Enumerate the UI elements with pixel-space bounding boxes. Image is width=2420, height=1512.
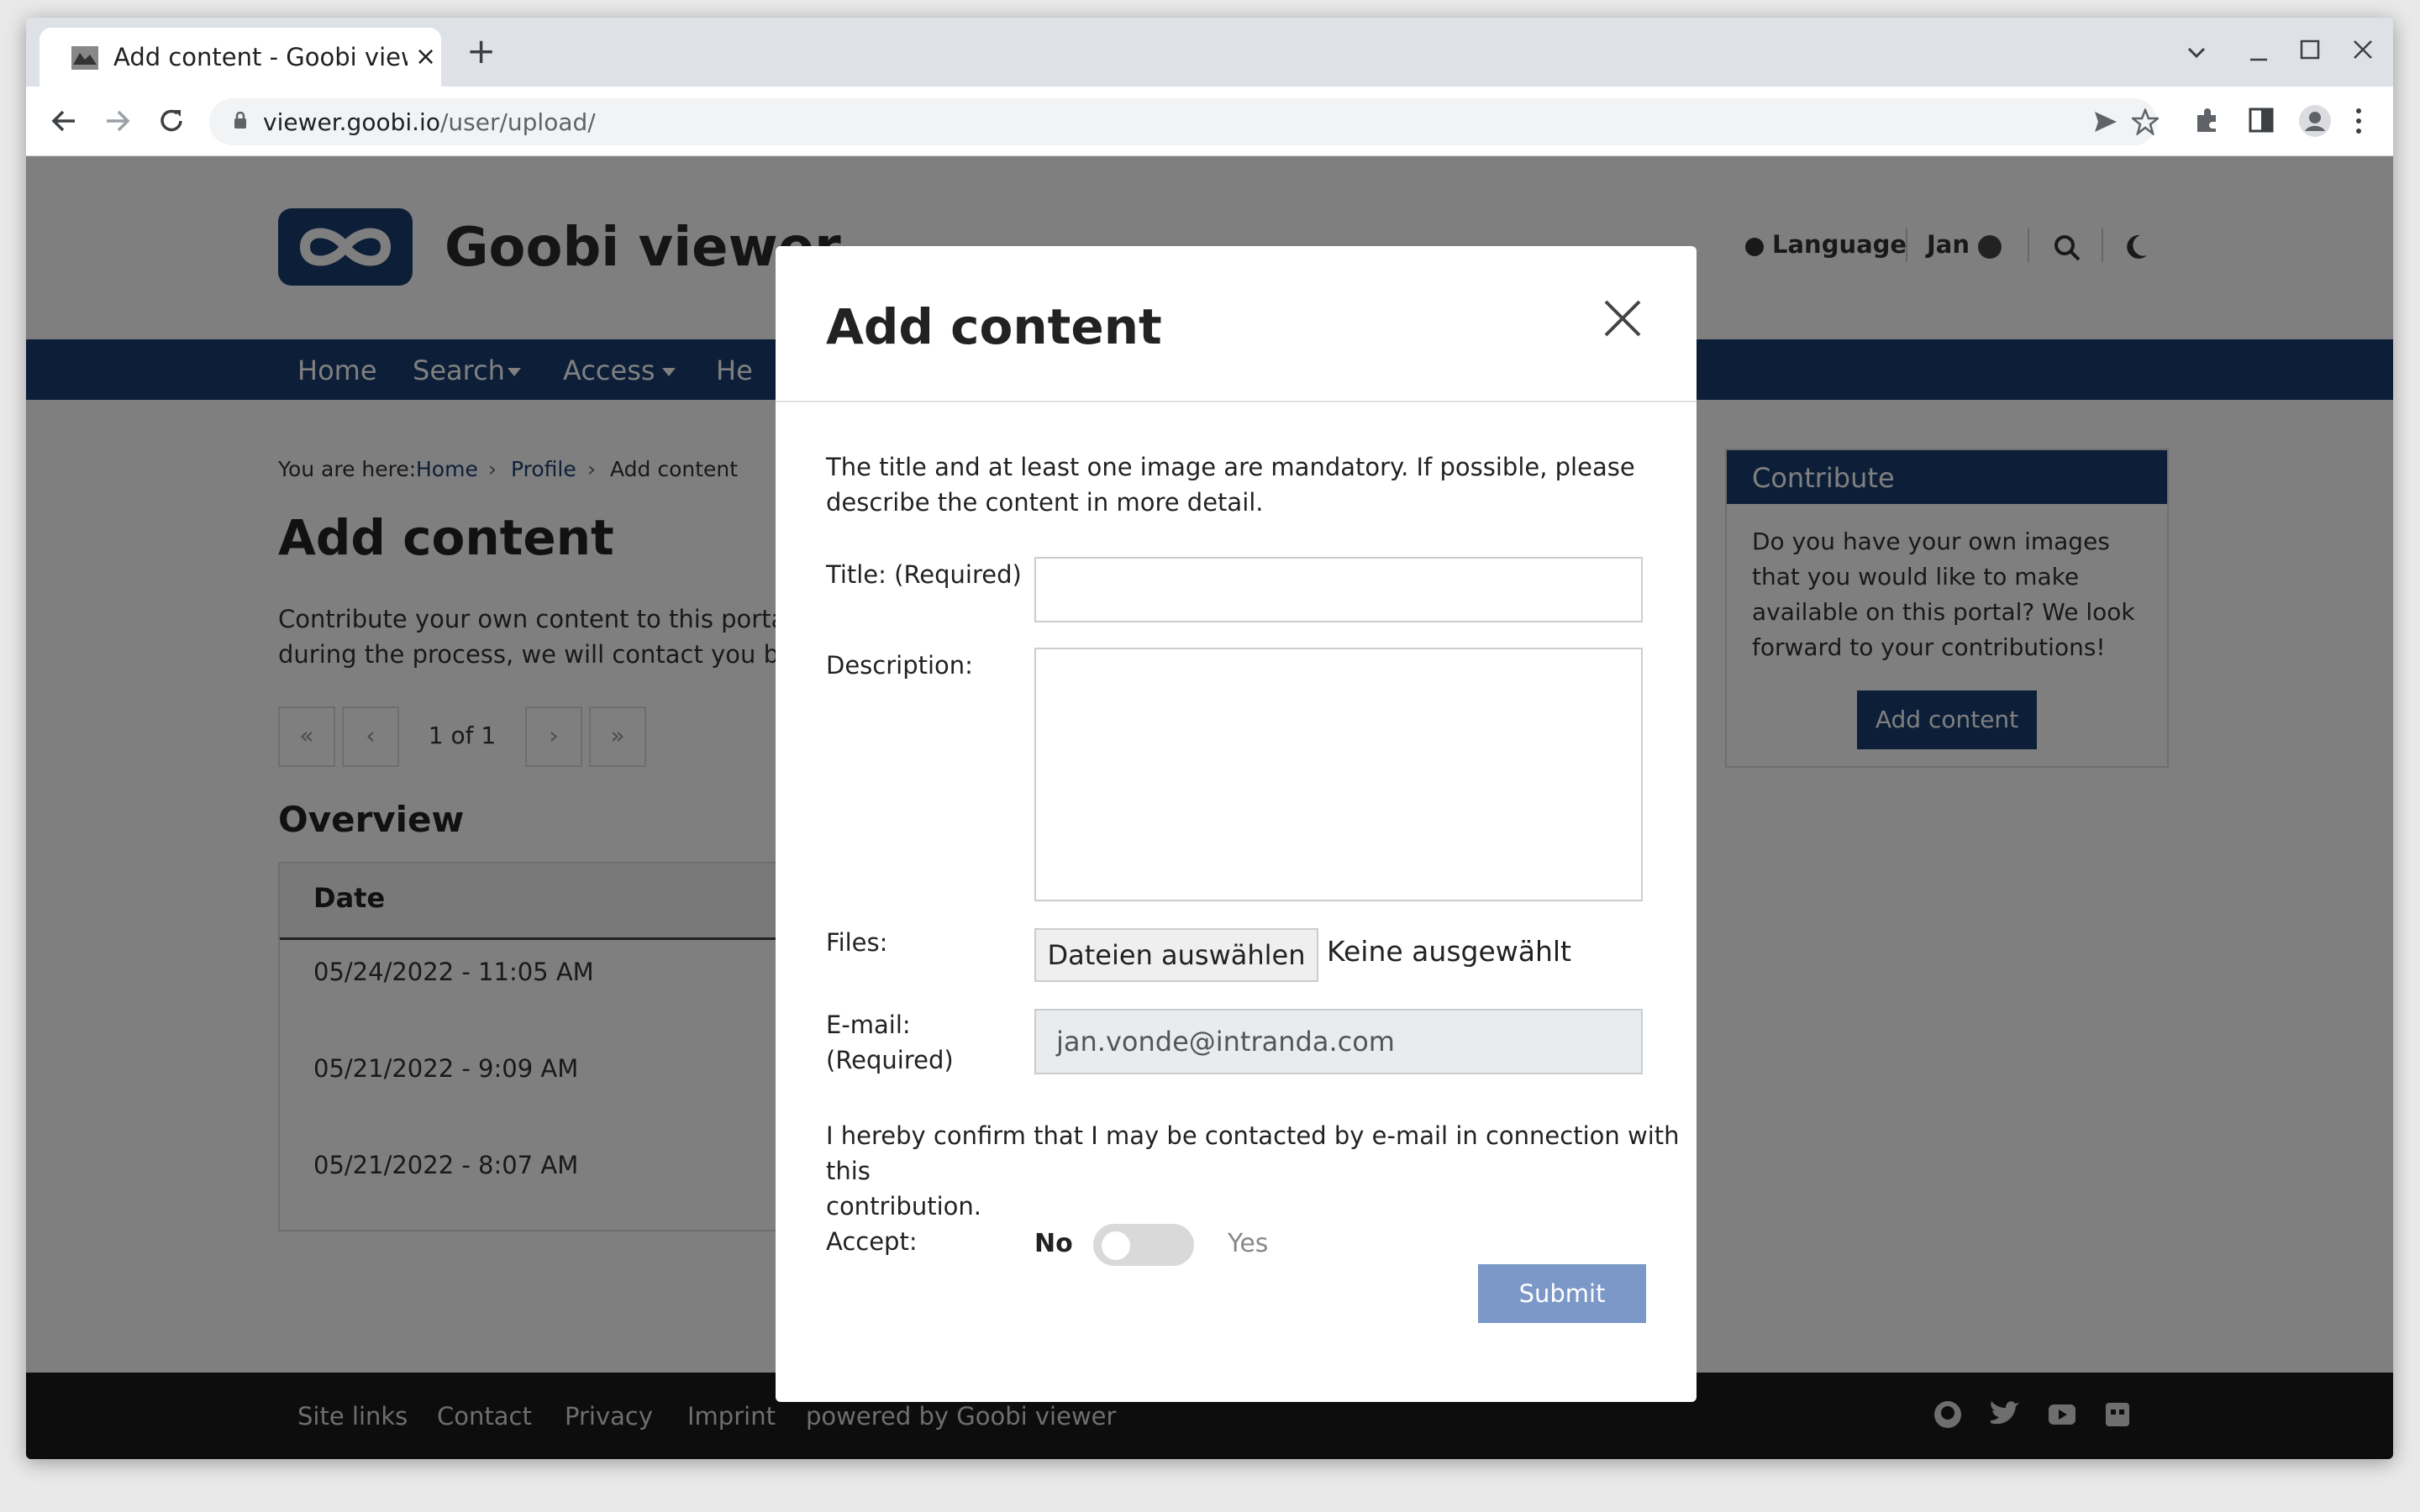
url-host: viewer.goobi.io <box>263 108 440 136</box>
lock-icon <box>234 112 246 129</box>
send-icon[interactable] <box>2093 110 2118 134</box>
browser-window: Add content - Goobi viewer × + viewer.go… <box>26 18 2393 1459</box>
side-panel-icon[interactable] <box>2248 107 2275 134</box>
confirm-line: I hereby confirm that I may be contacted… <box>826 1121 1680 1185</box>
submit-button[interactable]: Submit <box>1478 1264 1646 1323</box>
favicon-icon <box>71 46 98 70</box>
menu-icon[interactable] <box>2354 107 2364 135</box>
toggle-no-label[interactable]: No <box>1034 1229 1073 1258</box>
close-icon[interactable] <box>1599 295 1646 342</box>
new-tab-button[interactable]: + <box>466 34 496 69</box>
window-close-icon[interactable] <box>2353 39 2373 60</box>
files-label: Files: <box>826 928 888 957</box>
forward-icon[interactable] <box>103 107 132 135</box>
tab-title: Add content - Goobi viewer <box>113 43 408 71</box>
back-icon[interactable] <box>50 107 78 135</box>
tab-close-icon[interactable]: × <box>415 42 436 71</box>
choose-files-button[interactable]: Dateien auswählen <box>1034 928 1318 982</box>
add-content-modal: Add content The title and at least one i… <box>776 246 1697 1402</box>
confirm-line: contribution. <box>826 1192 981 1221</box>
bookmark-star-icon[interactable] <box>2132 108 2159 135</box>
tab-strip: Add content - Goobi viewer × + <box>26 18 2393 87</box>
title-input[interactable] <box>1034 557 1643 622</box>
accept-toggle[interactable] <box>1093 1224 1194 1266</box>
url-path: /user/upload/ <box>439 108 596 136</box>
email-label: E-mail: (Required) <box>826 1007 954 1078</box>
maximize-icon[interactable] <box>2300 39 2320 60</box>
email-field[interactable]: jan.vonde@intranda.com <box>1034 1009 1643 1074</box>
tab-search-icon[interactable] <box>2186 46 2207 60</box>
minimize-icon[interactable] <box>2249 43 2269 63</box>
email-label-line: E-mail: <box>826 1011 911 1039</box>
email-label-line: (Required) <box>826 1046 954 1074</box>
extensions-icon[interactable] <box>2194 107 2221 134</box>
accept-label: Accept: <box>826 1227 918 1256</box>
confirm-text: I hereby confirm that I may be contacted… <box>826 1118 1697 1224</box>
profile-icon[interactable] <box>2299 105 2331 137</box>
info-line: describe the content in more detail. <box>826 488 1264 517</box>
reload-icon[interactable] <box>157 107 186 135</box>
title-label: Title: (Required) <box>826 560 1022 589</box>
modal-info-text: The title and at least one image are man… <box>826 449 1635 520</box>
browser-tab[interactable]: Add content - Goobi viewer × <box>39 28 441 87</box>
address-bar[interactable]: viewer.goobi.io/user/upload/ <box>209 98 2159 145</box>
url-text: viewer.goobi.io/user/upload/ <box>263 108 596 136</box>
toggle-knob <box>1102 1231 1130 1260</box>
browser-toolbar: viewer.goobi.io/user/upload/ <box>26 87 2393 156</box>
toggle-yes-label[interactable]: Yes <box>1228 1229 1268 1258</box>
modal-header: Add content <box>776 246 1697 402</box>
modal-title: Add content <box>826 298 1162 355</box>
description-label: Description: <box>826 651 973 680</box>
description-textarea[interactable] <box>1034 648 1643 901</box>
files-status: Keine ausgewählt <box>1327 935 1571 968</box>
info-line: The title and at least one image are man… <box>826 453 1635 481</box>
